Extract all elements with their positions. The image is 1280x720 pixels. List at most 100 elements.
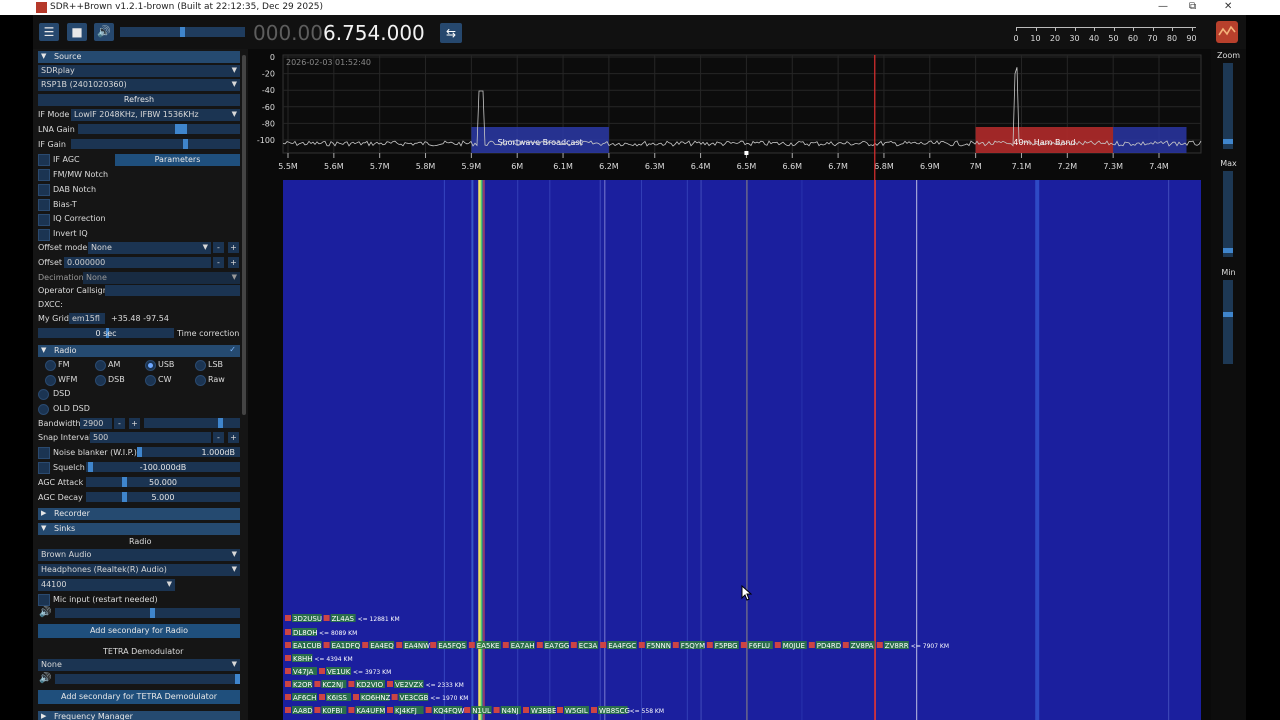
bandwidth-plus-button[interactable]: + xyxy=(129,418,140,429)
invert-iq-checkbox[interactable] xyxy=(38,229,50,241)
noise-blanker-checkbox[interactable] xyxy=(38,447,50,459)
if-gain-slider[interactable] xyxy=(71,139,240,149)
source-header[interactable]: ▼ Source xyxy=(38,51,240,63)
sink-volume-icon[interactable]: 🔊 xyxy=(39,607,51,618)
sinks-header[interactable]: ▼ Sinks xyxy=(38,523,240,535)
spectrum-canvas[interactable]: 0 -20 -40 -60 -80 -100 5.5M 5.6M 5.7M 5.8M 5.9M 6M 6… xyxy=(248,49,1211,720)
my-grid-input[interactable]: em15fl xyxy=(69,313,105,324)
stop-icon[interactable]: ■ xyxy=(67,23,87,41)
agc-decay-slider[interactable]: 5.000 xyxy=(86,492,240,502)
squelch-slider[interactable]: -100.000dB xyxy=(86,462,240,472)
mode-dsb-radio[interactable] xyxy=(95,375,106,386)
close-button[interactable]: ✕ xyxy=(1224,1,1232,12)
swap-icon[interactable]: ⇆ xyxy=(440,23,462,43)
mode-raw-radio[interactable] xyxy=(195,375,206,386)
bandwidth-input[interactable]: 2900 xyxy=(80,418,112,429)
time-correction-input[interactable]: 0 sec xyxy=(38,328,174,338)
mode-fm-radio[interactable] xyxy=(45,360,56,371)
slider-grab[interactable] xyxy=(1223,139,1233,144)
volume-slider[interactable] xyxy=(120,27,245,37)
agc-attack-label: AGC Attack xyxy=(38,478,84,487)
waterfall-streak xyxy=(482,180,485,720)
ft8-callsign: KD2VIO xyxy=(356,681,383,689)
offset-mode-minus-button[interactable]: - xyxy=(213,242,224,253)
offset-plus-button[interactable]: + xyxy=(228,257,239,268)
source-device-value: SDRplay xyxy=(41,66,75,75)
menu-icon[interactable]: ☰ xyxy=(39,23,59,41)
frequency-manager-header[interactable]: ▶ Frequency Manager xyxy=(38,711,240,720)
source-serial-select[interactable]: RSP1B (2401020360) ▼ xyxy=(38,79,240,91)
snap-interval-input[interactable]: 500 xyxy=(90,432,211,443)
maximize-button[interactable]: ⧉ xyxy=(1189,1,1196,12)
offset-mode-select[interactable]: None ▼ xyxy=(88,242,211,254)
if-agc-checkbox[interactable] xyxy=(38,154,50,166)
sample-rate-select[interactable]: 44100 ▼ xyxy=(38,579,175,591)
mode-cw-radio[interactable] xyxy=(145,375,156,386)
minimize-button[interactable]: — xyxy=(1158,1,1168,12)
tetra-sink-select[interactable]: None ▼ xyxy=(38,659,240,671)
max-slider[interactable] xyxy=(1223,171,1233,257)
slider-grab[interactable] xyxy=(1223,312,1233,317)
mode-am-radio[interactable] xyxy=(95,360,106,371)
refresh-button[interactable]: Refresh xyxy=(38,94,240,106)
slider-grab[interactable] xyxy=(235,674,240,684)
snr-tick-label: 10 xyxy=(1030,34,1041,43)
dab-notch-checkbox[interactable] xyxy=(38,184,50,196)
parameters-button[interactable]: Parameters xyxy=(115,154,240,166)
snap-minus-button[interactable]: - xyxy=(213,432,224,443)
tetra-volume-icon[interactable]: 🔊 xyxy=(39,673,51,684)
offset-mode-plus-button[interactable]: + xyxy=(228,242,239,253)
offset-input[interactable]: 0.000000 xyxy=(64,257,211,268)
bandwidth-slider[interactable] xyxy=(144,418,240,428)
spectrum-view[interactable]: 0 -20 -40 -60 -80 -100 5.5M 5.6M 5.7M 5.8M 5.9M 6M 6… xyxy=(248,49,1211,720)
slider-grab[interactable] xyxy=(183,139,188,149)
agc-attack-slider[interactable]: 50.000 xyxy=(86,477,240,487)
mode-lsb-radio[interactable] xyxy=(195,360,206,371)
frequency-display[interactable]: 000.006.754.000 xyxy=(253,21,425,45)
add-secondary-radio-button[interactable]: Add secondary for Radio xyxy=(38,624,240,638)
speaker-icon[interactable]: 🔊 xyxy=(94,23,114,41)
freq-tick-label: 7.2M xyxy=(1058,162,1078,171)
tetra-volume-slider[interactable] xyxy=(55,674,240,684)
offset-minus-button[interactable]: - xyxy=(213,257,224,268)
iq-correction-checkbox[interactable] xyxy=(38,214,50,226)
if-mode-select[interactable]: LowIF 2048KHz, IFBW 1536KHz ▼ xyxy=(71,109,240,121)
operator-callsign-input[interactable] xyxy=(105,285,240,296)
recorder-header[interactable]: ▶ Recorder xyxy=(38,508,240,520)
audio-backend-select[interactable]: Brown Audio ▼ xyxy=(38,549,240,561)
min-slider[interactable] xyxy=(1223,280,1233,364)
slider-grab[interactable] xyxy=(218,418,223,428)
source-device-select[interactable]: SDRplay ▼ xyxy=(38,65,240,77)
frequency-digits-active[interactable]: 6.754.000 xyxy=(323,21,425,45)
ft8-flag-icon xyxy=(600,642,607,648)
bias-t-checkbox[interactable] xyxy=(38,199,50,211)
audio-device-select[interactable]: Headphones (Realtek(R) Audio) ▼ xyxy=(38,564,240,576)
fm-mw-notch-checkbox[interactable] xyxy=(38,169,50,181)
slider-grab[interactable] xyxy=(150,608,155,618)
mode-old-dsd-radio[interactable] xyxy=(38,404,49,415)
panel-scrollbar[interactable] xyxy=(242,55,246,415)
radio-header[interactable]: ▼ Radio ✓ xyxy=(38,345,240,357)
sdr-logo-icon xyxy=(1216,21,1238,43)
audio-device-value: Headphones (Realtek(R) Audio) xyxy=(41,565,167,574)
ft8-callsign: EA7GG xyxy=(545,642,570,650)
mode-usb-radio[interactable] xyxy=(145,360,156,371)
volume-slider-grab[interactable] xyxy=(180,27,185,37)
lna-gain-slider[interactable] xyxy=(78,124,240,134)
frequency-digits-dim[interactable]: 000.00 xyxy=(253,21,323,45)
mode-dsd-radio[interactable] xyxy=(38,389,49,400)
add-secondary-tetra-button[interactable]: Add secondary for TETRA Demodulator xyxy=(38,690,240,704)
bandwidth-minus-button[interactable]: - xyxy=(114,418,125,429)
snr-scale-line xyxy=(1016,27,1196,28)
snap-plus-button[interactable]: + xyxy=(228,432,239,443)
squelch-checkbox[interactable] xyxy=(38,462,50,474)
slider-grab[interactable] xyxy=(1223,248,1233,253)
zoom-slider[interactable] xyxy=(1223,63,1233,149)
decimation-select[interactable]: None ▼ xyxy=(83,272,240,284)
mic-input-checkbox[interactable] xyxy=(38,594,50,606)
sink-volume-slider[interactable] xyxy=(55,608,240,618)
slider-grab[interactable] xyxy=(175,124,187,134)
freq-tick-label: 5.7M xyxy=(370,162,390,171)
noise-blanker-slider[interactable]: 1.000dB xyxy=(137,447,240,457)
mode-wfm-radio[interactable] xyxy=(45,375,56,386)
